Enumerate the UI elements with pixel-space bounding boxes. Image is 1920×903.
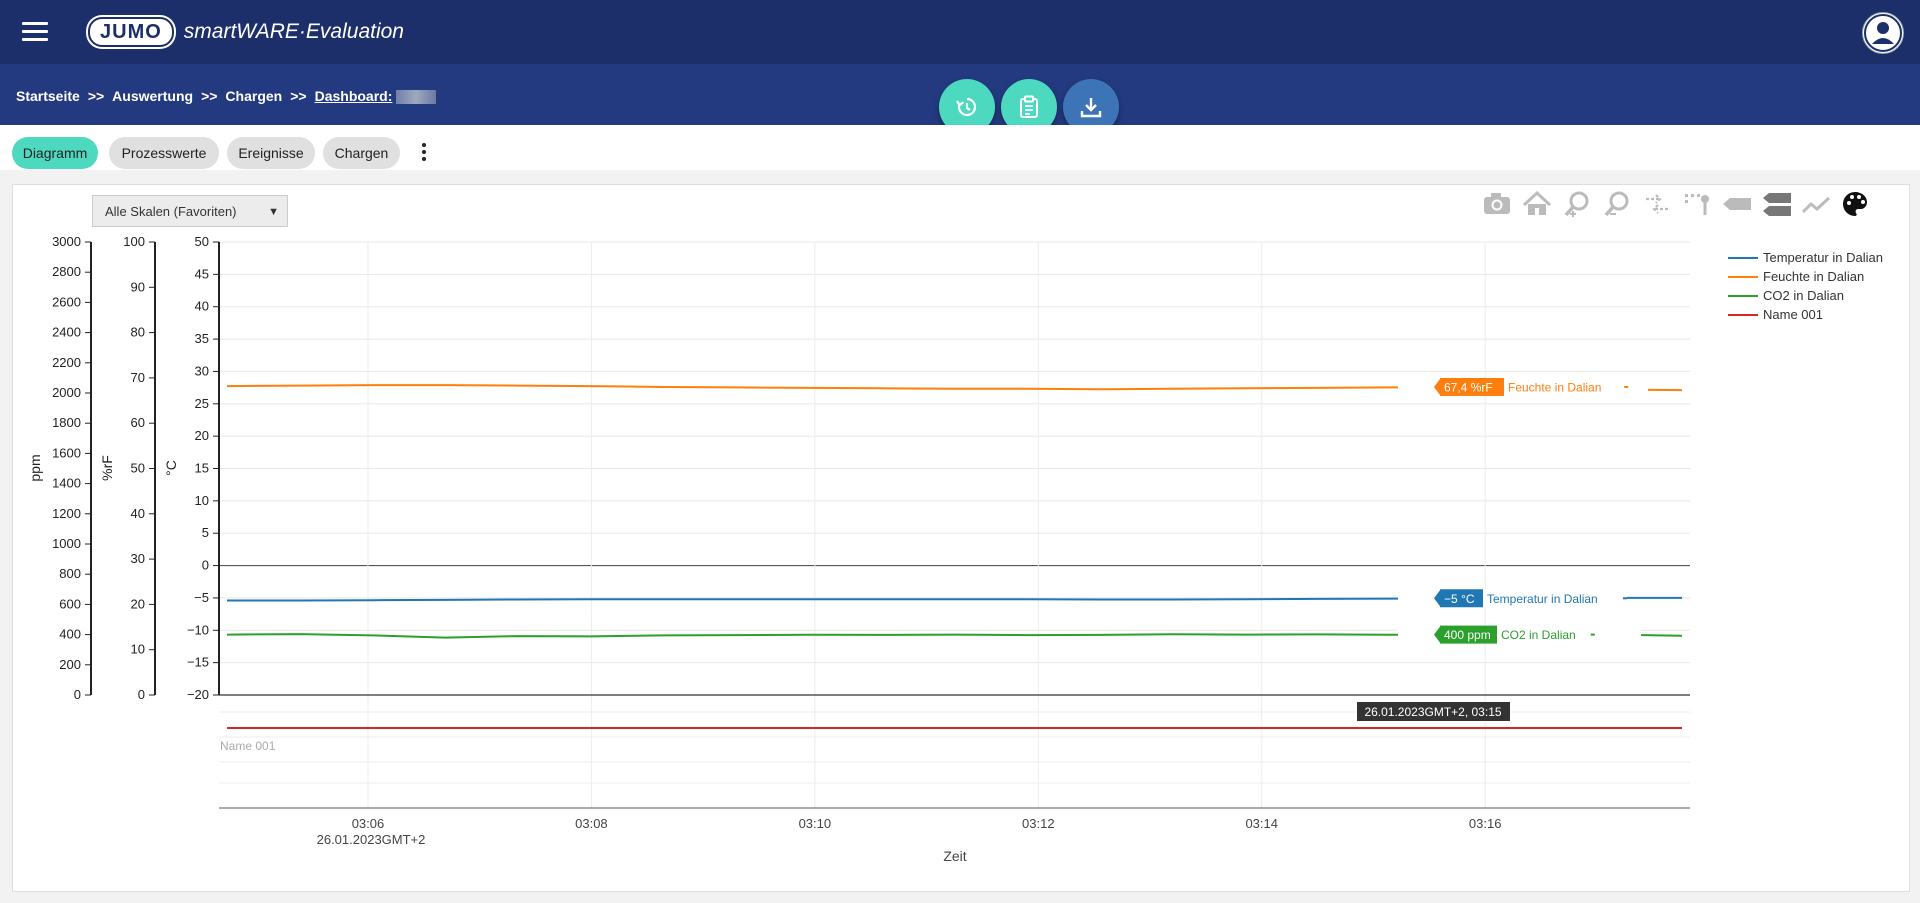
download-icon	[1080, 98, 1102, 118]
tab-prozesswerte[interactable]: Prozesswerte	[109, 137, 219, 169]
pan-icon[interactable]	[1640, 186, 1674, 222]
chart-toolbar	[1480, 186, 1872, 222]
home-icon[interactable]	[1520, 186, 1554, 222]
breadcrumb-auswertung[interactable]: Auswertung	[112, 88, 193, 104]
breadcrumb-current-label: Dashboard:	[314, 88, 393, 104]
dropdown-arrow-icon: ▼	[268, 206, 279, 218]
tab-diagramm[interactable]: Diagramm	[12, 137, 98, 169]
chart-panel	[12, 184, 1910, 892]
redacted-name	[396, 90, 437, 105]
legend-item-name-001[interactable]: Name 001	[1728, 305, 1883, 324]
chart-legend: Temperatur in Dalian Feuchte in Dalian C…	[1728, 248, 1883, 324]
legend-label: Feuchte in Dalian	[1763, 269, 1865, 284]
legend-label: Name 001	[1763, 307, 1823, 322]
user-avatar-icon[interactable]	[1862, 12, 1904, 54]
camera-icon[interactable]	[1480, 186, 1514, 222]
scale-select-value: Alle Skalen (Favoriten)	[105, 204, 237, 219]
zoom-out-icon[interactable]	[1600, 186, 1634, 222]
tab-chargen[interactable]: Chargen	[323, 137, 400, 169]
legend-label: Temperatur in Dalian	[1763, 250, 1883, 265]
breadcrumb-separator: >>	[87, 88, 105, 104]
tab-ereignisse[interactable]: Ereignisse	[227, 137, 315, 169]
scale-select[interactable]: Alle Skalen (Favoriten) ▼	[92, 195, 288, 227]
view-tabs: Diagramm Prozesswerte Ereignisse Chargen	[0, 125, 1920, 170]
logo-text: smartWARE·Evaluation	[183, 20, 404, 43]
menu-icon[interactable]	[22, 22, 48, 42]
legend-item-feuchte[interactable]: Feuchte in Dalian	[1728, 267, 1883, 286]
palette-icon[interactable]	[1838, 186, 1872, 222]
breadcrumb-home[interactable]: Startseite	[16, 88, 80, 104]
logo-badge: JUMO	[88, 17, 174, 47]
clipboard-icon	[1020, 95, 1038, 118]
breadcrumb-separator: >>	[201, 88, 218, 104]
breadcrumb-current: Dashboard:	[314, 88, 437, 105]
history-icon	[956, 97, 977, 117]
app-logo: JUMO smartWARE·Evaluation	[88, 17, 404, 47]
tags-icon[interactable]	[1760, 186, 1794, 222]
tag-icon[interactable]	[1720, 186, 1754, 222]
breadcrumb: Startseite >> Auswertung >> Chargen >> D…	[16, 88, 437, 105]
legend-swatch	[1728, 294, 1758, 297]
legend-swatch	[1728, 275, 1758, 278]
zoom-in-icon[interactable]	[1560, 186, 1594, 222]
more-options-icon[interactable]	[421, 143, 427, 164]
breadcrumb-chargen[interactable]: Chargen	[225, 88, 282, 104]
breadcrumb-separator: >>	[290, 88, 307, 104]
trend-icon[interactable]	[1800, 186, 1834, 222]
select-icon[interactable]	[1680, 186, 1714, 222]
legend-item-temperatur[interactable]: Temperatur in Dalian	[1728, 248, 1883, 267]
legend-item-co2[interactable]: CO2 in Dalian	[1728, 286, 1883, 305]
legend-label: CO2 in Dalian	[1763, 288, 1844, 303]
legend-swatch	[1728, 313, 1758, 316]
app-header: JUMO smartWARE·Evaluation	[0, 0, 1920, 64]
legend-swatch	[1728, 256, 1758, 259]
